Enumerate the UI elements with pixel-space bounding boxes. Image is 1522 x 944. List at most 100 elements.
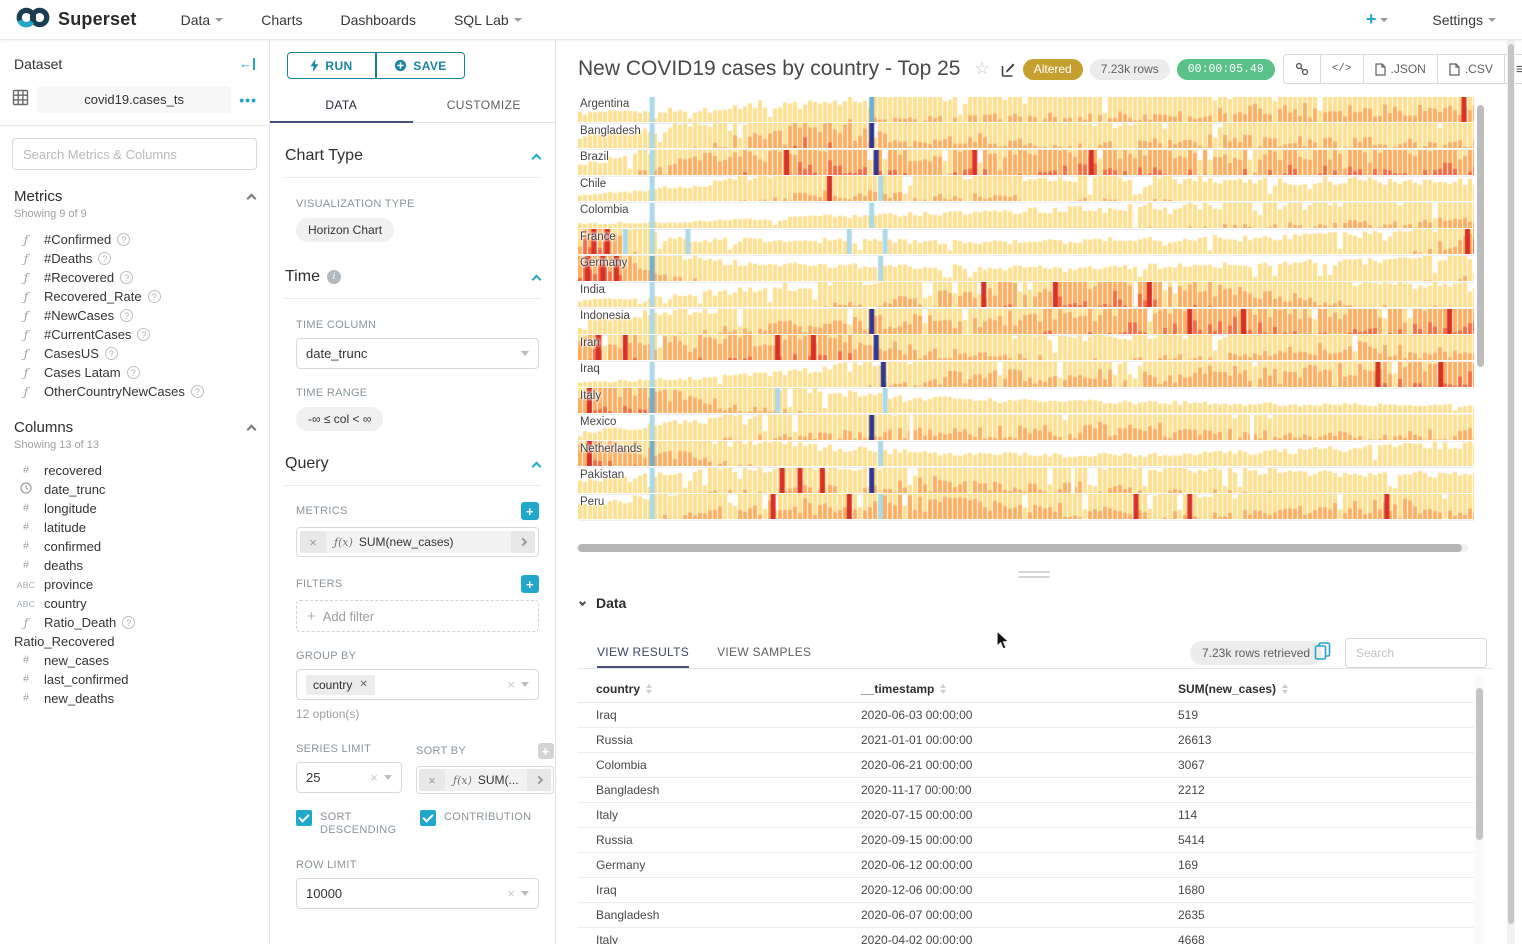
column-item[interactable]: ABCcountry [14,594,255,613]
expand-metric-icon[interactable] [511,531,535,553]
horizon-row[interactable]: Argentina [578,97,1474,124]
tab-data[interactable]: DATA [270,89,413,122]
superset-brand[interactable]: Superset [14,5,137,35]
horizon-row[interactable]: Brazil [578,150,1474,177]
tab-customize[interactable]: CUSTOMIZE [413,89,556,122]
collapse-columns-icon[interactable] [247,425,257,435]
time-column-select[interactable]: date_trunc [296,338,539,369]
table-row[interactable]: Italy2020-04-02 00:00:004668 [578,928,1474,944]
horizon-row[interactable]: India [578,283,1474,310]
horizon-row[interactable]: Netherlands [578,442,1474,469]
metric-item[interactable]: ƒ#CurrentCases? [14,325,255,344]
metric-item[interactable]: ƒ#Recovered? [14,268,255,287]
horizon-canvas[interactable] [578,441,1474,466]
add-metric-button[interactable]: + [521,502,539,520]
table-row[interactable]: Russia2021-01-01 00:00:0026613 [578,728,1474,753]
horizon-row[interactable]: Colombia [578,203,1474,230]
export-json-button[interactable]: .JSON [1363,54,1438,84]
tab-view-samples[interactable]: VIEW SAMPLES [717,645,811,668]
horizon-canvas[interactable] [578,335,1474,360]
table-row[interactable]: Germany2020-06-12 00:00:00169 [578,853,1474,878]
settings-menu[interactable]: Settings [1432,12,1496,28]
horizon-row[interactable]: Iraq [578,362,1474,389]
sort-icon[interactable] [940,684,946,694]
add-filter-box[interactable]: + Add filter [296,600,539,632]
horizon-canvas[interactable] [578,229,1474,254]
column-item[interactable]: #deaths [14,556,255,575]
remove-sort-icon[interactable]: × [419,769,445,791]
column-header[interactable]: __timestamp [843,682,1160,696]
clear-icon[interactable]: × [370,770,378,785]
favorite-star-icon[interactable]: ☆ [974,59,989,79]
metric-item[interactable]: ƒCasesUS? [14,344,255,363]
horizon-chart[interactable]: ArgentinaBangladeshBrazilChileColombiaFr… [578,97,1474,537]
page-scrollbar[interactable] [1508,44,1514,924]
clear-icon[interactable]: × [507,677,515,692]
nav-item-sql-lab[interactable]: SQL Lab [454,12,522,28]
horizon-row[interactable]: Bangladesh [578,124,1474,151]
clear-icon[interactable]: × [507,886,515,901]
table-search-input[interactable] [1345,638,1487,668]
column-header[interactable]: country [578,682,843,696]
sort-icon[interactable] [646,684,652,694]
export-csv-button[interactable]: .CSV [1437,54,1505,84]
sort-descending-checkbox[interactable] [296,810,312,826]
horizon-canvas[interactable] [578,97,1474,122]
run-button[interactable]: RUN [287,52,376,79]
column-header[interactable]: SUM(new_cases) [1160,682,1474,696]
column-item[interactable]: ƒRatio_Death? [14,613,255,632]
collapse-section-icon[interactable] [532,153,542,163]
nav-item-charts[interactable]: Charts [261,12,302,28]
chart-vertical-scrollbar[interactable] [1477,105,1484,367]
new-item-button[interactable]: + [1366,9,1389,30]
table-row[interactable]: Bangladesh2020-06-07 00:00:002635 [578,903,1474,928]
dataset-name[interactable]: covid19.cases_ts [37,86,231,113]
metric-item[interactable]: ƒCases Latam? [14,363,255,382]
altered-badge[interactable]: Altered [1023,59,1083,80]
nav-item-data[interactable]: Data [181,12,224,28]
horizon-row[interactable]: Germany [578,256,1474,283]
column-item[interactable]: ABCprovince [14,575,255,594]
copy-data-icon[interactable] [1314,642,1331,666]
nav-item-dashboards[interactable]: Dashboards [340,12,416,28]
metric-item[interactable]: ƒRecovered_Rate? [14,287,255,306]
column-item[interactable]: #confirmed [14,537,255,556]
column-item[interactable]: #new_deaths [14,689,255,708]
metric-item[interactable]: ƒ#Deaths? [14,249,255,268]
add-sort-metric-button[interactable]: + [538,743,554,759]
horizon-row[interactable]: France [578,230,1474,257]
group-by-tag[interactable]: country✕ [306,675,375,695]
horizon-canvas[interactable] [578,388,1474,413]
dataset-options-icon[interactable]: ••• [239,92,257,108]
column-item[interactable]: date_trunc [14,480,255,499]
horizon-canvas[interactable] [578,176,1474,201]
horizon-row[interactable]: Mexico [578,415,1474,442]
collapse-metrics-icon[interactable] [247,194,257,204]
sort-by-option[interactable]: × ƒ(x)SUM(... [416,766,554,794]
edit-properties-icon[interactable] [1001,62,1016,77]
column-item[interactable]: #last_confirmed [14,670,255,689]
metric-item[interactable]: ƒOtherCountryNewCases? [14,382,255,401]
horizon-row[interactable]: Peru [578,495,1474,522]
group-by-select[interactable]: country✕ × [296,669,539,700]
contribution-checkbox[interactable] [420,810,436,826]
sort-icon[interactable] [1282,684,1288,694]
table-row[interactable]: Bangladesh2020-11-17 00:00:002212 [578,778,1474,803]
metric-option[interactable]: × ƒ(x)SUM(new_cases) [296,527,539,557]
horizon-canvas[interactable] [578,282,1474,307]
horizon-canvas[interactable] [578,494,1474,519]
chart-horizontal-scrollbar[interactable] [578,544,1462,552]
series-limit-select[interactable]: 25 × [296,762,402,793]
add-filter-plus-button[interactable]: + [521,575,539,593]
horizon-row[interactable]: Iran [578,336,1474,363]
data-section-toggle[interactable]: Data [580,595,626,611]
save-button[interactable]: SAVE [376,52,465,79]
horizon-canvas[interactable] [578,309,1474,334]
row-limit-select[interactable]: 10000 × [296,878,539,909]
remove-metric-icon[interactable]: × [300,531,326,553]
metric-item[interactable]: ƒ#NewCases? [14,306,255,325]
collapse-section-icon[interactable] [532,274,542,284]
column-item[interactable]: #longitude [14,499,255,518]
horizon-canvas[interactable] [578,362,1474,387]
table-row[interactable]: Iraq2020-12-06 00:00:001680 [578,878,1474,903]
